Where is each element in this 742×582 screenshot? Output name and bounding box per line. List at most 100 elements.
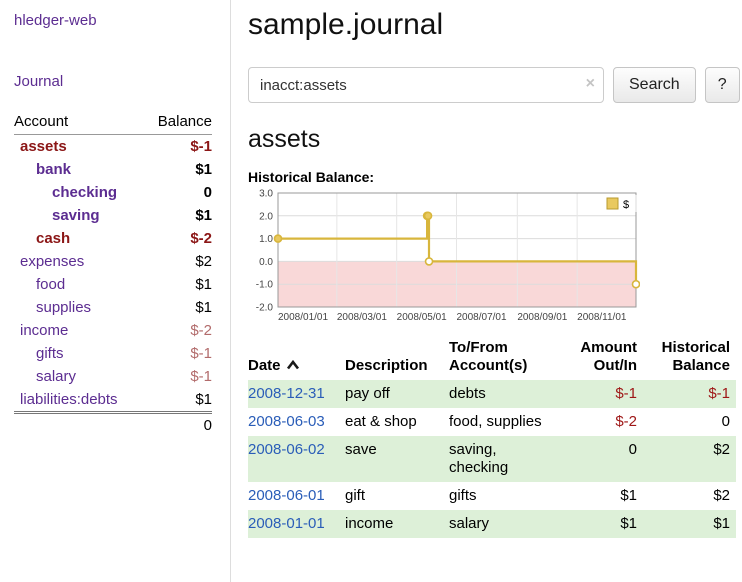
transaction-amount: 0 <box>561 436 643 482</box>
svg-text:2008/05/01: 2008/05/01 <box>397 312 447 323</box>
account-row: cash $-2 <box>14 227 212 250</box>
account-row: gifts $-1 <box>14 342 212 365</box>
account-balance: $-2 <box>144 319 212 342</box>
transaction-balance: $2 <box>643 436 736 482</box>
transaction-date-cell: 2008-06-02 <box>248 436 345 482</box>
account-link[interactable]: expenses <box>20 253 84 270</box>
account-col-header: Account <box>14 111 144 135</box>
account-link[interactable]: saving <box>52 207 100 224</box>
account-link[interactable]: cash <box>36 230 70 247</box>
account-balance: $-2 <box>144 227 212 250</box>
account-balance: 0 <box>144 181 212 204</box>
svg-text:$: $ <box>623 199 629 211</box>
search-button[interactable]: Search <box>613 67 696 103</box>
account-balance: $1 <box>144 158 212 181</box>
search-row: × Search ? <box>248 67 736 103</box>
transaction-date-link[interactable]: 2008-06-03 <box>248 413 325 430</box>
transaction-date-link[interactable]: 2008-01-01 <box>248 515 325 532</box>
transaction-amount: $1 <box>561 510 643 538</box>
svg-text:0.0: 0.0 <box>259 257 273 268</box>
transaction-amount: $-2 <box>561 408 643 436</box>
transaction-description: gift <box>345 482 449 510</box>
sidebar: hledger-web Journal Account Balance asse… <box>0 0 231 582</box>
transaction-accounts: debts <box>449 380 561 408</box>
transaction-row: 2008-06-03 eat & shop food, supplies $-2… <box>248 408 736 436</box>
account-link[interactable]: supplies <box>36 299 91 316</box>
accounts-total: 0 <box>144 413 212 438</box>
transaction-date-cell: 2008-01-01 <box>248 510 345 538</box>
transaction-description: income <box>345 510 449 538</box>
transaction-date-link[interactable]: 2008-06-02 <box>248 441 325 458</box>
transaction-balance: $1 <box>643 510 736 538</box>
col-header-date[interactable]: Date <box>248 337 345 380</box>
transaction-accounts: gifts <box>449 482 561 510</box>
page-title: sample.journal <box>248 8 736 42</box>
account-link[interactable]: income <box>20 322 68 339</box>
account-link[interactable]: liabilities:debts <box>20 391 118 408</box>
transaction-accounts: salary <box>449 510 561 538</box>
account-row: checking 0 <box>14 181 212 204</box>
transactions-body: 2008-12-31 pay off debts $-1 $-1 2008-06… <box>248 380 736 538</box>
transaction-balance: $2 <box>643 482 736 510</box>
account-row: income $-2 <box>14 319 212 342</box>
account-balance: $1 <box>144 273 212 296</box>
help-button[interactable]: ? <box>705 67 740 103</box>
accounts-body: assets $-1 bank $1 checking 0 saving $1 … <box>14 135 212 413</box>
accounts-total-row: 0 <box>14 413 212 438</box>
account-row: liabilities:debts $1 <box>14 388 212 413</box>
accounts-table: Account Balance assets $-1 bank $1 check… <box>14 111 212 437</box>
app-title-link[interactable]: hledger-web <box>14 12 97 29</box>
transaction-balance: 0 <box>643 408 736 436</box>
svg-text:-2.0: -2.0 <box>256 303 274 314</box>
account-link[interactable]: assets <box>20 138 67 155</box>
transaction-date-link[interactable]: 2008-06-01 <box>248 487 325 504</box>
transaction-row: 2008-06-02 save saving, checking 0 $2 <box>248 436 736 482</box>
main-content: sample.journal × Search ? assets Histori… <box>231 0 742 582</box>
transaction-row: 2008-01-01 income salary $1 $1 <box>248 510 736 538</box>
account-balance: $1 <box>144 204 212 227</box>
transaction-row: 2008-06-01 gift gifts $1 $2 <box>248 482 736 510</box>
search-input[interactable] <box>248 67 604 103</box>
account-row: assets $-1 <box>14 135 212 159</box>
account-balance: $1 <box>144 296 212 319</box>
col-header-balance: Historical Balance <box>643 337 736 380</box>
historical-balance-label: Historical Balance: <box>248 169 736 185</box>
transaction-accounts: saving, checking <box>449 436 561 482</box>
svg-text:2008/07/01: 2008/07/01 <box>457 312 507 323</box>
account-link[interactable]: gifts <box>36 345 64 362</box>
account-link[interactable]: checking <box>52 184 117 201</box>
account-balance: $-1 <box>144 342 212 365</box>
col-header-amount: Amount Out/In <box>561 337 643 380</box>
account-balance: $-1 <box>144 135 212 159</box>
svg-text:2008/09/01: 2008/09/01 <box>517 312 567 323</box>
account-balance: $-1 <box>144 365 212 388</box>
transaction-row: 2008-12-31 pay off debts $-1 $-1 <box>248 380 736 408</box>
transaction-date-link[interactable]: 2008-12-31 <box>248 385 325 402</box>
svg-text:3.0: 3.0 <box>259 189 273 200</box>
svg-text:2.0: 2.0 <box>259 211 273 222</box>
account-row: saving $1 <box>14 204 212 227</box>
journal-link[interactable]: Journal <box>14 73 212 90</box>
transaction-amount: $-1 <box>561 380 643 408</box>
svg-text:1.0: 1.0 <box>259 234 273 245</box>
svg-text:2008/11/01: 2008/11/01 <box>577 312 627 323</box>
transaction-accounts: food, supplies <box>449 408 561 436</box>
transaction-description: pay off <box>345 380 449 408</box>
transaction-description: eat & shop <box>345 408 449 436</box>
account-balance: $1 <box>144 388 212 413</box>
account-row: expenses $2 <box>14 250 212 273</box>
transaction-description: save <box>345 436 449 482</box>
account-balance: $2 <box>144 250 212 273</box>
transaction-amount: $1 <box>561 482 643 510</box>
svg-text:2008/03/01: 2008/03/01 <box>337 312 387 323</box>
account-link[interactable]: bank <box>36 161 71 178</box>
col-header-accounts: To/From Account(s) <box>449 337 561 380</box>
clear-search-icon[interactable]: × <box>586 74 595 94</box>
account-link[interactable]: salary <box>36 368 76 385</box>
account-row: bank $1 <box>14 158 212 181</box>
svg-text:2008/01/01: 2008/01/01 <box>278 312 328 323</box>
account-link[interactable]: food <box>36 276 65 293</box>
transactions-table: Date Description To/From Account(s) Amou… <box>248 337 736 538</box>
account-row: salary $-1 <box>14 365 212 388</box>
account-row: supplies $1 <box>14 296 212 319</box>
